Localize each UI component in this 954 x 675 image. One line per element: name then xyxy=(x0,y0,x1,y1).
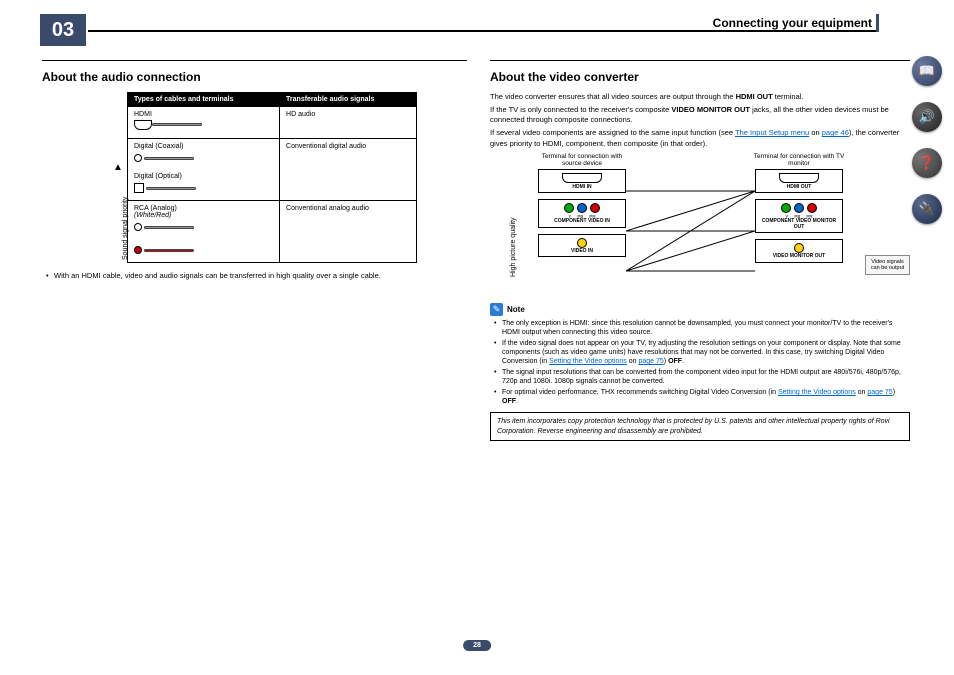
input-setup-link[interactable]: The Input Setup menu xyxy=(735,128,809,137)
note-4: For optimal video performance, THX recom… xyxy=(490,388,910,406)
header-rule xyxy=(88,30,876,32)
diagram-caption-source: Terminal for connection with source devi… xyxy=(532,153,632,167)
hdmi-cable-icon xyxy=(134,120,202,132)
cell-digaudio: Conventional digital audio xyxy=(280,139,417,201)
th-signals: Transferable audio signals xyxy=(280,93,417,107)
diagram-caption-tv: Terminal for connection with TV monitor xyxy=(749,153,849,167)
cell-hdmi: HDMI xyxy=(134,111,152,118)
audio-heading: About the audio connection xyxy=(42,70,467,84)
help-icon[interactable]: ❓ xyxy=(912,148,942,178)
diagram-lines xyxy=(626,177,755,289)
video-options-link-1[interactable]: Setting the Video options xyxy=(549,358,627,365)
note-3: The signal input resolutions that can be… xyxy=(490,368,910,386)
arrow-up-icon: ▲ xyxy=(113,162,123,173)
rca-cable-icon-2 xyxy=(134,244,273,256)
note-1: The only exception is HDMI: since this r… xyxy=(490,319,910,337)
th-cables: Types of cables and terminals xyxy=(128,93,280,107)
output-note: Video signals can be output xyxy=(865,255,910,275)
page-46-link[interactable]: page 46 xyxy=(822,128,849,137)
coax-cable-icon xyxy=(134,152,273,164)
cell-hdaudio: HD audio xyxy=(280,107,417,139)
video-diagram: High picture quality Terminal for connec… xyxy=(490,155,910,293)
network-icon[interactable]: 🔌 xyxy=(912,194,942,224)
hdmi-in-box: HDMI IN xyxy=(538,169,626,194)
cell-rca: RCA (Analog) xyxy=(134,205,177,212)
audio-table: Types of cables and terminals Transferab… xyxy=(127,92,417,263)
cell-rca-color: (White/Red) xyxy=(134,212,171,219)
page-number: 28 xyxy=(463,640,491,651)
cell-optical: Digital (Optical) xyxy=(134,173,182,180)
cell-analogaudio: Conventional analog audio xyxy=(280,201,417,263)
page-75-link-2[interactable]: page 75 xyxy=(867,389,892,396)
rule-right xyxy=(490,60,910,61)
component-in-box: YPBPRCOMPONENT VIDEO IN xyxy=(538,199,626,228)
picture-quality-label: High picture quality xyxy=(510,217,517,277)
video-out-box: VIDEO MONITOR OUT xyxy=(755,239,843,263)
cell-coax: Digital (Coaxial) xyxy=(134,143,183,150)
video-p2: If the TV is only connected to the recei… xyxy=(490,105,910,125)
video-options-link-2[interactable]: Setting the Video options xyxy=(778,389,856,396)
audio-bullet: With an HDMI cable, video and audio sign… xyxy=(42,271,467,281)
manual-icon[interactable]: 📖 xyxy=(912,56,942,86)
table-row: Digital (Coaxial) Digital (Optical) Conv… xyxy=(128,139,417,201)
header-title: Connecting your equipment xyxy=(713,16,872,30)
video-in-box: VIDEO IN xyxy=(538,234,626,258)
sound-priority-label: Sound signal priority xyxy=(122,197,129,260)
note-2: If the video signal does not appear on y… xyxy=(490,339,910,366)
optical-cable-icon xyxy=(134,182,273,194)
chapter-badge: 03 xyxy=(40,14,86,46)
hdmi-out-box: HDMI OUT xyxy=(755,169,843,194)
component-out-box: YPBPRCOMPONENT VIDEO MONITOR OUT xyxy=(755,199,843,233)
page-75-link-1[interactable]: page 75 xyxy=(638,358,663,365)
note-label: Note xyxy=(507,305,525,314)
note-icon: ✎ xyxy=(490,303,503,316)
table-row: RCA (Analog) (White/Red) Conventional an… xyxy=(128,201,417,263)
video-heading: About the video converter xyxy=(490,70,910,84)
video-p3: If several video components are assigned… xyxy=(490,128,910,148)
legal-notice: This item incorporates copy protection t… xyxy=(490,412,910,440)
video-p1: The video converter ensures that all vid… xyxy=(490,92,910,102)
speaker-icon[interactable]: 🔊 xyxy=(912,102,942,132)
rule-left xyxy=(42,60,467,61)
rca-cable-icon xyxy=(134,221,273,233)
table-row: HDMI HD audio xyxy=(128,107,417,139)
header-accent xyxy=(876,14,879,32)
